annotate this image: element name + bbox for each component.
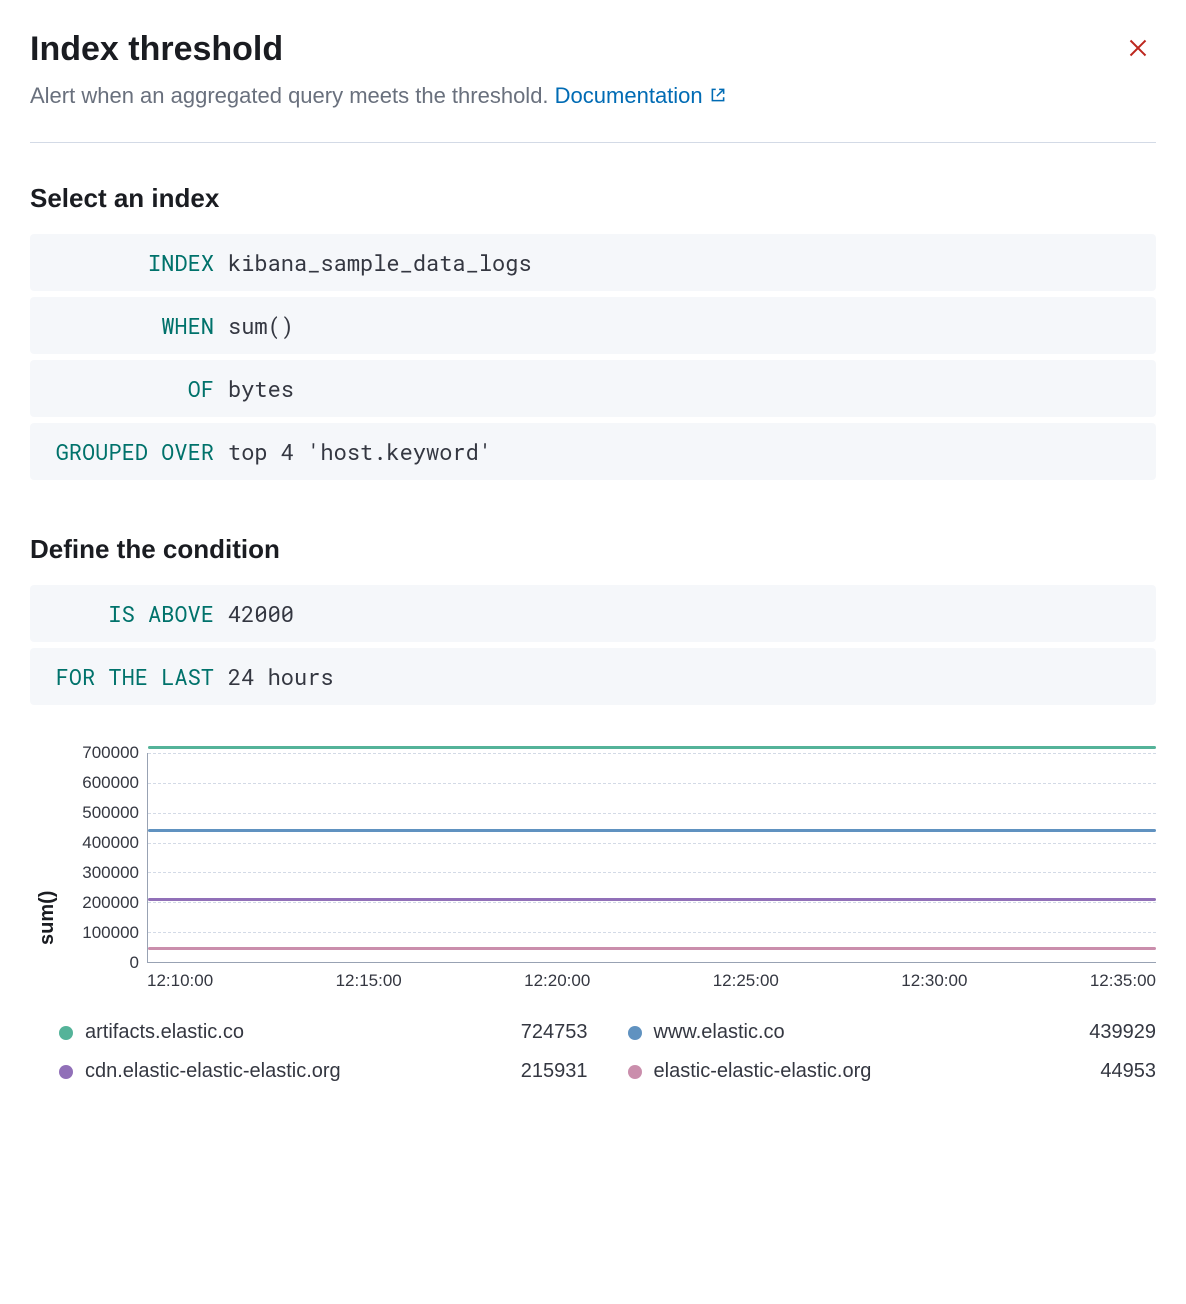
legend-swatch	[59, 1026, 73, 1040]
y-tick: 700000	[82, 743, 139, 763]
legend-item[interactable]: artifacts.elastic.co724753	[59, 1021, 588, 1044]
legend-name: elastic-elastic-elastic.org	[654, 1060, 1101, 1083]
x-tick: 12:30:00	[901, 971, 967, 991]
expr-key: IS ABOVE	[48, 599, 228, 628]
legend-value: 724753	[521, 1021, 588, 1044]
close-icon[interactable]	[1120, 30, 1156, 71]
expr-value: 42000	[228, 599, 294, 628]
grid-line	[148, 813, 1156, 814]
expr-value: kibana_sample_data_logs	[228, 248, 532, 277]
select-index-heading: Select an index	[30, 183, 1156, 214]
y-tick: 100000	[82, 923, 139, 943]
x-tick: 12:25:00	[713, 971, 779, 991]
threshold-chart: sum() 0 100000 200000 300000 400000 500000 600…	[30, 753, 1156, 1083]
condition-expr-row-1[interactable]: FOR THE LAST24 hours	[30, 648, 1156, 705]
y-tick: 300000	[82, 863, 139, 883]
x-tick: 12:15:00	[336, 971, 402, 991]
expr-value: 24 hours	[228, 662, 334, 691]
index-expr-row-1[interactable]: WHENsum()	[30, 297, 1156, 354]
legend-value: 44953	[1100, 1060, 1156, 1083]
grid-line	[148, 783, 1156, 784]
y-tick: 600000	[82, 773, 139, 793]
grid-line	[148, 932, 1156, 933]
legend-swatch	[628, 1065, 642, 1079]
legend-value: 215931	[521, 1060, 588, 1083]
define-condition-heading: Define the condition	[30, 534, 1156, 565]
expr-key: INDEX	[48, 248, 228, 277]
expr-value: bytes	[228, 374, 294, 403]
legend-name: www.elastic.co	[654, 1021, 1090, 1044]
page-subtitle: Alert when an aggregated query meets the…	[30, 83, 1156, 110]
legend-name: cdn.elastic-elastic-elastic.org	[85, 1060, 521, 1083]
grid-line	[148, 902, 1156, 903]
grid-line	[148, 753, 1156, 754]
page-title: Index threshold	[30, 30, 283, 69]
expr-key: OF	[48, 374, 228, 403]
series-line	[148, 829, 1156, 832]
x-tick: 12:35:00	[1090, 971, 1156, 991]
legend-item[interactable]: cdn.elastic-elastic-elastic.org215931	[59, 1060, 588, 1083]
y-tick: 500000	[82, 803, 139, 823]
y-tick: 0	[130, 953, 139, 973]
expr-value: sum()	[228, 311, 294, 340]
expr-key: FOR THE LAST	[48, 662, 228, 691]
legend-swatch	[628, 1026, 642, 1040]
y-tick: 400000	[82, 833, 139, 853]
grid-line	[148, 843, 1156, 844]
divider	[30, 142, 1156, 143]
legend-swatch	[59, 1065, 73, 1079]
x-tick: 12:10:00	[147, 971, 213, 991]
index-expr-row-0[interactable]: INDEXkibana_sample_data_logs	[30, 234, 1156, 291]
legend-item[interactable]: www.elastic.co439929	[628, 1021, 1157, 1044]
grid-line	[148, 872, 1156, 873]
condition-expr-row-0[interactable]: IS ABOVE42000	[30, 585, 1156, 642]
y-axis-label: sum()	[30, 753, 59, 1083]
expr-key: GROUPED OVER	[48, 437, 228, 466]
series-line	[148, 746, 1156, 749]
x-tick: 12:20:00	[524, 971, 590, 991]
legend-name: artifacts.elastic.co	[85, 1021, 521, 1044]
expr-value: top 4 'host.keyword'	[228, 437, 492, 466]
index-expr-row-2[interactable]: OFbytes	[30, 360, 1156, 417]
external-link-icon	[709, 84, 727, 110]
expr-key: WHEN	[48, 311, 228, 340]
legend-item[interactable]: elastic-elastic-elastic.org44953	[628, 1060, 1157, 1083]
series-line	[148, 898, 1156, 901]
y-tick: 200000	[82, 893, 139, 913]
documentation-link[interactable]: Documentation	[555, 83, 727, 108]
series-line	[148, 947, 1156, 950]
index-expr-row-3[interactable]: GROUPED OVERtop 4 'host.keyword'	[30, 423, 1156, 480]
legend-value: 439929	[1089, 1021, 1156, 1044]
